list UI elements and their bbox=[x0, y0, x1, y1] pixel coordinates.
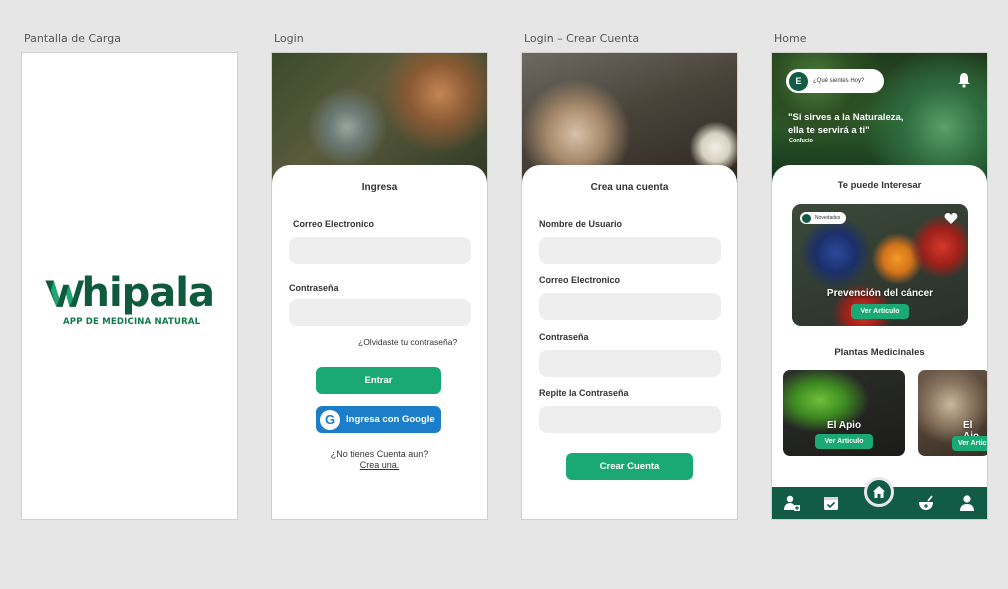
medicine-bowl-icon[interactable] bbox=[917, 494, 935, 512]
no-account-text: ¿No tienes Cuenta aun? bbox=[330, 449, 429, 459]
frame-label-signup: Login – Crear Cuenta bbox=[524, 32, 640, 45]
search-placeholder: ¿Qué sientes Hoy? bbox=[813, 78, 865, 84]
user-profile-icon[interactable] bbox=[958, 494, 976, 512]
frame-label-login: Login bbox=[274, 32, 304, 45]
splash-frame: hipala APP DE MEDICINA NATURAL bbox=[21, 52, 238, 520]
enter-button[interactable]: Entrar bbox=[316, 367, 441, 394]
google-login-label: Ingresa con Google bbox=[346, 414, 435, 425]
signup-email-label: Correo Electronico bbox=[539, 275, 621, 285]
email-label: Correo Electronico bbox=[293, 219, 375, 229]
username-label: Nombre de Usuario bbox=[539, 219, 623, 229]
app-logo: hipala APP DE MEDICINA NATURAL bbox=[44, 270, 215, 327]
badge-label: Novedades bbox=[815, 215, 841, 221]
interest-section-title: Te puede Interesar bbox=[837, 180, 922, 191]
signup-email-field[interactable] bbox=[539, 293, 721, 320]
logo-w-mark-icon bbox=[45, 280, 85, 307]
signup-title: Crea una cuenta bbox=[590, 182, 669, 193]
login-title: Ingresa bbox=[361, 182, 398, 193]
quote-line-2: ella te servirá a ti" bbox=[788, 125, 870, 136]
badge-dot-icon bbox=[802, 213, 811, 223]
google-icon: G bbox=[320, 409, 340, 430]
feature-title: Prevención del cáncer bbox=[826, 288, 934, 299]
heart-icon[interactable] bbox=[944, 212, 958, 225]
avatar[interactable]: E bbox=[789, 71, 808, 91]
password-label: Contraseña bbox=[289, 283, 339, 293]
signup-password-field[interactable] bbox=[539, 350, 721, 377]
home-nav-button[interactable] bbox=[864, 477, 894, 507]
plant-card-apio[interactable]: El Apio Ver Articulo bbox=[783, 370, 905, 456]
create-account-link[interactable]: Crea una. bbox=[360, 460, 400, 470]
plant-read-button[interactable]: Ver Artic bbox=[952, 436, 987, 451]
email-field[interactable] bbox=[289, 237, 471, 264]
signup-password-label: Contraseña bbox=[539, 332, 589, 342]
frame-label-splash: Pantalla de Carga bbox=[24, 32, 121, 45]
frame-label-home: Home bbox=[774, 32, 807, 45]
logo-subtitle: APP DE MEDICINA NATURAL bbox=[63, 317, 201, 327]
plant-title: El Apio bbox=[827, 420, 862, 431]
forgot-password-link[interactable]: ¿Olvidaste tu contraseña? bbox=[358, 337, 457, 347]
novedades-badge: Novedades bbox=[800, 212, 847, 224]
password-field[interactable] bbox=[289, 299, 471, 326]
plant-read-button[interactable]: Ver Articulo bbox=[815, 434, 873, 449]
bell-icon[interactable] bbox=[957, 72, 971, 88]
logo-text: hipala bbox=[81, 270, 215, 316]
home-icon bbox=[873, 486, 885, 498]
plants-section-title: Plantas Medicinales bbox=[834, 347, 925, 358]
calendar-check-icon[interactable] bbox=[822, 494, 840, 512]
google-login-button[interactable]: G Ingresa con Google bbox=[316, 406, 441, 433]
plant-card-ajo[interactable]: El Ajo Ver Artic bbox=[918, 370, 987, 456]
bottom-nav bbox=[772, 477, 987, 519]
username-field[interactable] bbox=[539, 237, 721, 264]
quote-text: "Si sirves a la Naturaleza, ella te serv… bbox=[788, 111, 903, 137]
feature-read-button[interactable]: Ver Articulo bbox=[851, 304, 909, 319]
create-account-button[interactable]: Crear Cuenta bbox=[566, 453, 693, 480]
signup-card: Crea una cuenta Nombre de Usuario Correo… bbox=[522, 165, 737, 519]
quote-author: Confucio bbox=[789, 138, 813, 144]
quote-line-1: "Si sirves a la Naturaleza, bbox=[788, 112, 904, 123]
login-card: Ingresa Correo Electronico Contraseña ¿O… bbox=[272, 165, 487, 519]
home-frame: E ¿Qué sientes Hoy? "Si sirves a la Natu… bbox=[771, 52, 988, 520]
signup-frame: Crea una cuenta Nombre de Usuario Correo… bbox=[521, 52, 738, 520]
doctor-icon[interactable] bbox=[783, 494, 801, 512]
login-frame: Ingresa Correo Electronico Contraseña ¿O… bbox=[271, 52, 488, 520]
search-input[interactable]: E ¿Qué sientes Hoy? bbox=[786, 69, 884, 93]
repeat-password-field[interactable] bbox=[539, 406, 721, 433]
repeat-password-label: Repite la Contraseña bbox=[539, 388, 629, 398]
feature-article-card[interactable]: Novedades Prevención del cáncer Ver Arti… bbox=[792, 204, 968, 326]
